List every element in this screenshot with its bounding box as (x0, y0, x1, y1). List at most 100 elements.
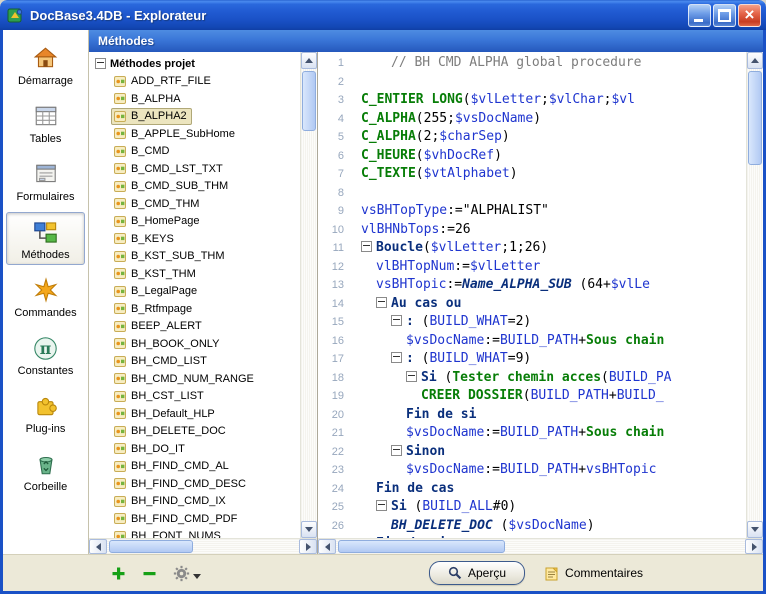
sidebar-item-constantes[interactable]: π Constantes (6, 328, 85, 381)
sidebar-item-methodes[interactable]: Méthodes (6, 212, 85, 265)
tree-item-bh_find_cmd_ix[interactable]: BH_FIND_CMD_IX (89, 493, 300, 511)
tree-item-add_rtf_file[interactable]: ADD_RTF_FILE (89, 73, 300, 91)
code-line-26[interactable]: 26BH_DELETE_DOC ($vsDocName) (318, 517, 746, 536)
scroll-thumb[interactable] (338, 540, 505, 553)
tree-item-bh_find_cmd_al[interactable]: BH_FIND_CMD_AL (89, 458, 300, 476)
scroll-thumb[interactable] (748, 71, 762, 165)
tree-item-beep_alert[interactable]: BEEP_ALERT (89, 318, 300, 336)
code-line-21[interactable]: 21$vsDocName:=BUILD_PATH+Sous chain (318, 424, 746, 443)
sidebar-item-formulaires[interactable]: Formulaires (6, 154, 85, 207)
fold-marker-icon[interactable] (391, 445, 402, 456)
tree-item-b_alpha2[interactable]: B_ALPHA2 (89, 108, 300, 126)
sidebar-item-corbeille[interactable]: Corbeille (6, 444, 85, 497)
code-line-9[interactable]: 9vsBHTopType:="ALPHALIST" (318, 202, 746, 221)
code-line-3[interactable]: 3C_ENTIER LONG($vlLetter;$vlChar;$vl (318, 91, 746, 110)
scroll-up-button[interactable] (747, 52, 763, 69)
tree-item-b_cmd_lst_txt[interactable]: B_CMD_LST_TXT (89, 160, 300, 178)
scroll-down-button[interactable] (301, 521, 317, 538)
tree-item-b_rtfmpage[interactable]: B_Rtfmpage (89, 300, 300, 318)
scroll-right-button[interactable] (745, 539, 763, 554)
code-line-5[interactable]: 5C_ALPHA(2;$charSep) (318, 128, 746, 147)
tree-item-bh_find_cmd_desc[interactable]: BH_FIND_CMD_DESC (89, 475, 300, 493)
code-line-16[interactable]: 16$vsDocName:=BUILD_PATH+Sous chain (318, 332, 746, 351)
scroll-thumb[interactable] (302, 71, 316, 131)
tree-item-b_kst_sub_thm[interactable]: B_KST_SUB_THM (89, 248, 300, 266)
tree-item-bh_delete_doc[interactable]: BH_DELETE_DOC (89, 423, 300, 441)
editor-vertical-scrollbar[interactable] (746, 52, 763, 538)
fold-marker-icon[interactable] (361, 241, 372, 252)
line-number: 5 (318, 128, 353, 147)
minimize-button[interactable] (688, 4, 711, 27)
tree-item-b_homepage[interactable]: B_HomePage (89, 213, 300, 231)
sidebar-item-plugins[interactable]: Plug-ins (6, 386, 85, 439)
code-line-12[interactable]: 12vlBHTopNum:=$vlLetter (318, 258, 746, 277)
tree-item-bh_cmd_list[interactable]: BH_CMD_LIST (89, 353, 300, 371)
maximize-button[interactable] (713, 4, 736, 27)
scroll-down-button[interactable] (747, 521, 763, 538)
delete-method-button[interactable] (142, 566, 157, 581)
scroll-up-button[interactable] (301, 52, 317, 69)
tree-item-bh_font_nums[interactable]: BH_FONT_NUMS (89, 528, 300, 539)
code-line-25[interactable]: 25Si (BUILD_ALL#0) (318, 498, 746, 517)
sidebar-item-demarrage[interactable]: Démarrage (6, 38, 85, 91)
fold-marker-icon[interactable] (391, 352, 402, 363)
tree-item-bh_do_it[interactable]: BH_DO_IT (89, 440, 300, 458)
tree-item-bh_find_cmd_pdf[interactable]: BH_FIND_CMD_PDF (89, 510, 300, 528)
code-line-19[interactable]: 19CREER DOSSIER(BUILD_PATH+BUILD_ (318, 387, 746, 406)
tree-item-b_apple_subhome[interactable]: B_APPLE_SubHome (89, 125, 300, 143)
code-line-17[interactable]: 17: (BUILD_WHAT=9) (318, 350, 746, 369)
code-line-6[interactable]: 6C_HEURE($vhDocRef) (318, 147, 746, 166)
fold-marker-icon[interactable] (406, 371, 417, 382)
code-line-22[interactable]: 22Sinon (318, 443, 746, 462)
scroll-left-button[interactable] (89, 539, 107, 554)
sidebar-item-tables[interactable]: Tables (6, 96, 85, 149)
sidebar-item-commandes[interactable]: Commandes (6, 270, 85, 323)
code-line-14[interactable]: 14Au cas ou (318, 295, 746, 314)
code-line-11[interactable]: 11Boucle($vlLetter;1;26) (318, 239, 746, 258)
fold-marker-icon[interactable] (376, 500, 387, 511)
code-line-10[interactable]: 10vlBHNbTops:=26 (318, 221, 746, 240)
close-button[interactable] (738, 4, 761, 27)
code-line-7[interactable]: 7C_TEXTE($vtAlphabet) (318, 165, 746, 184)
fold-marker-icon[interactable] (376, 297, 387, 308)
code-area[interactable]: 1// BH CMD ALPHA global procedure23C_ENT… (318, 52, 746, 538)
code-line-4[interactable]: 4C_ALPHA(255;$vsDocName) (318, 110, 746, 129)
collapse-icon[interactable] (95, 58, 106, 69)
tree-root[interactable]: Méthodes projet (89, 55, 300, 73)
code-line-15[interactable]: 15: (BUILD_WHAT=2) (318, 313, 746, 332)
tree-item-b_legalpage[interactable]: B_LegalPage (89, 283, 300, 301)
tree-item-b_kst_thm[interactable]: B_KST_THM (89, 265, 300, 283)
tree-item-b_cmd[interactable]: B_CMD (89, 143, 300, 161)
code-line-2[interactable]: 2 (318, 73, 746, 92)
editor-horizontal-scrollbar[interactable] (318, 538, 763, 554)
code-line-13[interactable]: 13vsBHTopic:=Name_ALPHA_SUB (64+$vlLe (318, 276, 746, 295)
tree-item-bh_default_hlp[interactable]: BH_Default_HLP (89, 405, 300, 423)
code-line-1[interactable]: 1// BH CMD ALPHA global procedure (318, 54, 746, 73)
tree-item-bh_book_only[interactable]: BH_BOOK_ONLY (89, 335, 300, 353)
tree-vertical-scrollbar[interactable] (300, 52, 317, 538)
tree-item-b_cmd_thm[interactable]: B_CMD_THM (89, 195, 300, 213)
scroll-right-button[interactable] (299, 539, 317, 554)
code-line-20[interactable]: 20Fin de si (318, 406, 746, 425)
code-line-23[interactable]: 23$vsDocName:=BUILD_PATH+vsBHTopic (318, 461, 746, 480)
scroll-left-button[interactable] (318, 539, 336, 554)
method-name: ADD_RTF_FILE (131, 75, 211, 87)
tree-item-b_alpha[interactable]: B_ALPHA (89, 90, 300, 108)
tree-item-bh_cst_list[interactable]: BH_CST_LIST (89, 388, 300, 406)
tree-item-bh_cmd_num_range[interactable]: BH_CMD_NUM_RANGE (89, 370, 300, 388)
code-line-18[interactable]: 18Si (Tester chemin acces(BUILD_PA (318, 369, 746, 388)
options-menu-button[interactable] (173, 565, 201, 582)
tree-item-b_cmd_sub_thm[interactable]: B_CMD_SUB_THM (89, 178, 300, 196)
fold-marker-icon[interactable] (391, 315, 402, 326)
comments-toggle-button[interactable]: Commentaires (545, 566, 643, 581)
preview-toggle-button[interactable]: Aperçu (429, 561, 525, 585)
app-icon (7, 6, 25, 24)
method-icon (114, 145, 127, 158)
code-line-24[interactable]: 24Fin de cas (318, 480, 746, 499)
add-method-button[interactable] (111, 566, 126, 581)
code-line-8[interactable]: 8 (318, 184, 746, 203)
scroll-thumb[interactable] (109, 540, 193, 553)
tree-item-b_keys[interactable]: B_KEYS (89, 230, 300, 248)
tree-horizontal-scrollbar[interactable] (89, 538, 317, 554)
tables-icon (33, 101, 59, 131)
